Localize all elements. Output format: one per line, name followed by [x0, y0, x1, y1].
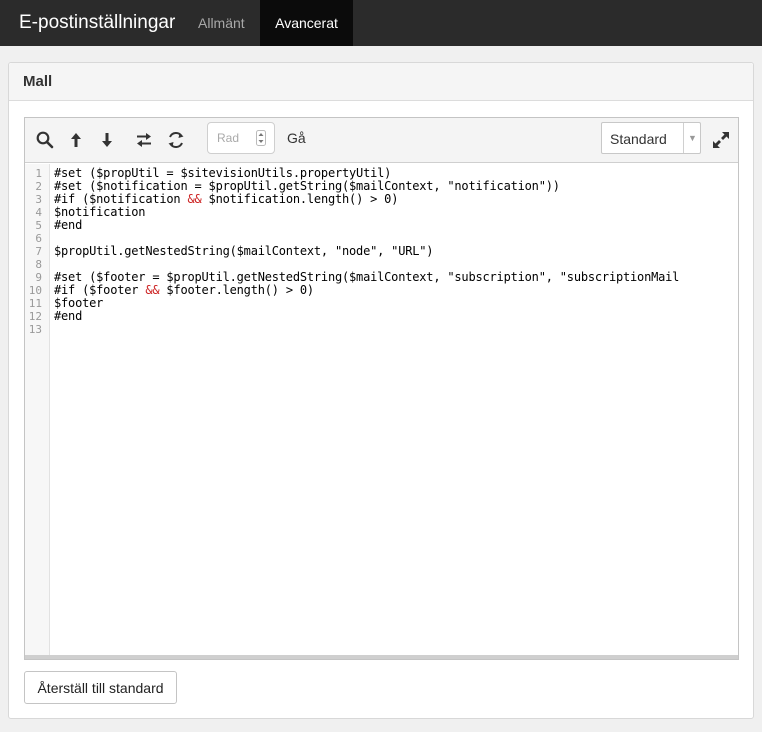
panel-header: Mall [9, 63, 753, 101]
tab-advanced[interactable]: Avancerat [260, 0, 353, 46]
editor-toolbar: Rad Gå Standard ▼ [25, 118, 738, 163]
code-line[interactable]: #end [54, 310, 82, 323]
app-title: E-postinställningar [19, 12, 176, 33]
code-operator: && [187, 192, 202, 206]
code-token: $propUtil.getNestedString($mailContext, … [54, 244, 434, 258]
line-number: 12 [28, 310, 42, 323]
line-number: 13 [28, 323, 42, 336]
editor-resize-bar[interactable] [25, 655, 738, 659]
code-area[interactable]: 1 2 3 4 5 6 7 8 9 10 11 12 13 #set ($propUtil = $sit… [25, 164, 738, 655]
template-panel: Mall Rad Gå Standard ▼ 1 2 3 4 5 6 7 8 9… [8, 62, 754, 719]
line-number: 7 [35, 245, 42, 258]
line-number: 3 [35, 193, 42, 206]
code-operator: && [145, 283, 160, 297]
line-number: 8 [35, 258, 42, 271]
code-line[interactable]: #end [54, 219, 82, 232]
code-token: $footer [54, 296, 104, 310]
code-editor[interactable]: Rad Gå Standard ▼ 1 2 3 4 5 6 7 8 9 10 11 12 13 #set… [24, 117, 739, 660]
line-number: 11 [28, 297, 42, 310]
code-token: #if ($notification [54, 192, 188, 206]
arrow-down-icon[interactable] [97, 130, 117, 150]
code-token: #end [54, 309, 83, 323]
tab-general[interactable]: Allmänt [198, 0, 245, 46]
line-number: 1 [35, 167, 42, 180]
go-button[interactable]: Gå [287, 130, 306, 146]
line-number: 9 [35, 271, 42, 284]
line-number-gutter: 1 2 3 4 5 6 7 8 9 10 11 12 13 [25, 164, 50, 655]
line-number: 4 [35, 206, 42, 219]
code-token: #if ($footer [54, 283, 146, 297]
code-token: #end [54, 218, 83, 232]
line-number-input[interactable]: Rad [207, 122, 275, 154]
line-number: 10 [28, 284, 42, 297]
code-token: $notification [54, 205, 146, 219]
code-line[interactable]: $propUtil.getNestedString($mailContext, … [54, 244, 434, 258]
reset-to-default-button[interactable]: Återställ till standard [24, 671, 177, 704]
top-navbar: E-postinställningar Allmänt Avancerat [0, 0, 762, 46]
theme-select[interactable]: Standard ▼ [601, 122, 701, 154]
expand-icon[interactable] [711, 130, 731, 150]
line-number: 5 [35, 219, 42, 232]
search-icon[interactable] [35, 130, 55, 150]
chevron-down-icon: ▼ [683, 123, 701, 153]
line-number: 2 [35, 180, 42, 193]
refresh-icon[interactable] [166, 130, 186, 150]
theme-select-value: Standard [610, 131, 667, 147]
code-token: $footer.length() > 0) [159, 283, 314, 297]
line-number: 6 [35, 232, 42, 245]
code-token: $notification.length() > 0) [201, 192, 399, 206]
code-token: #set ($notification = $propUtil.getStrin… [54, 179, 560, 193]
line-number-placeholder: Rad [217, 131, 240, 145]
stepper-icon[interactable] [256, 130, 266, 146]
code-token: #set ($propUtil = $sitevisionUtils.prope… [54, 166, 392, 180]
arrow-up-icon[interactable] [66, 130, 86, 150]
panel-title: Mall [23, 73, 53, 90]
code-token: #set ($footer = $propUtil.getNestedStrin… [54, 270, 680, 284]
swap-icon[interactable] [134, 130, 154, 150]
